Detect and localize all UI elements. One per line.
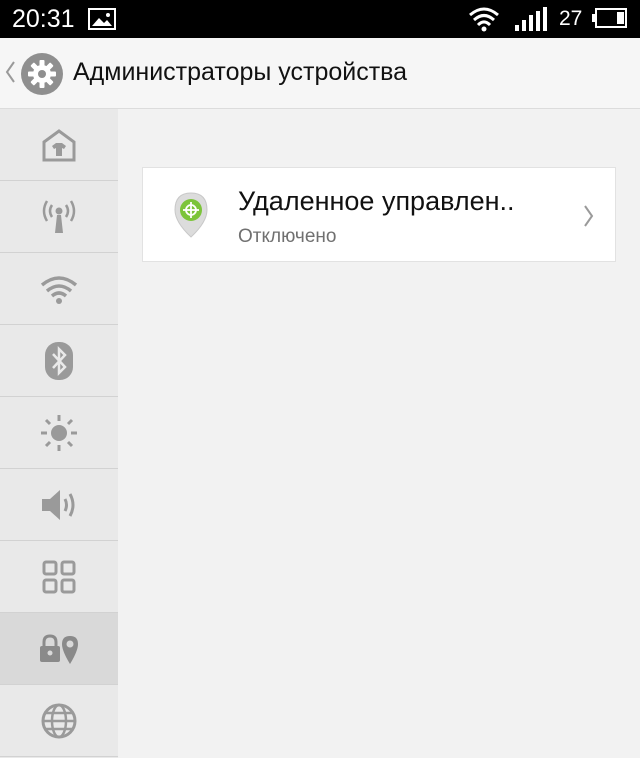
wifi-icon bbox=[40, 275, 78, 304]
sidebar-item-apps[interactable] bbox=[0, 541, 118, 613]
sidebar-item-security-location[interactable] bbox=[0, 613, 118, 685]
app-status: Отключено bbox=[238, 226, 337, 247]
sidebar-item-home[interactable] bbox=[0, 109, 118, 181]
status-time: 20:31 bbox=[12, 5, 75, 33]
page-title: Администраторы устройства bbox=[73, 58, 408, 86]
remote-control-app-icon bbox=[174, 192, 208, 238]
cellular-signal-icon bbox=[515, 7, 547, 31]
volume-icon bbox=[42, 489, 75, 520]
globe-icon bbox=[41, 703, 77, 738]
apps-grid-icon bbox=[42, 560, 76, 593]
home-icon bbox=[42, 128, 76, 161]
image-notification-icon bbox=[88, 8, 116, 30]
battery-percentage: 27 bbox=[559, 7, 583, 30]
sidebar-item-volume[interactable] bbox=[0, 469, 118, 541]
sidebar-item-hotspot[interactable] bbox=[0, 181, 118, 253]
hotspot-icon bbox=[42, 199, 76, 233]
bluetooth-icon bbox=[45, 341, 73, 380]
battery-icon bbox=[592, 8, 627, 28]
device-admin-item[interactable]: Удаленное управлен.. Отключено bbox=[142, 167, 616, 262]
settings-gear-icon[interactable] bbox=[20, 52, 64, 96]
sidebar-item-language[interactable] bbox=[0, 685, 118, 757]
brightness-icon bbox=[41, 414, 77, 451]
chevron-right-icon bbox=[584, 205, 594, 227]
status-bar: 20:31 27 bbox=[0, 0, 640, 38]
wifi-signal-icon bbox=[469, 7, 499, 32]
settings-sidebar bbox=[0, 109, 118, 758]
sidebar-item-bluetooth[interactable] bbox=[0, 325, 118, 397]
sidebar-item-wifi[interactable] bbox=[0, 253, 118, 325]
header-bar: Администраторы устройства bbox=[0, 38, 640, 109]
back-chevron-icon[interactable] bbox=[4, 60, 16, 84]
app-name: Удаленное управлен.. bbox=[238, 186, 515, 216]
sidebar-item-brightness[interactable] bbox=[0, 397, 118, 469]
lock-location-icon bbox=[40, 633, 78, 664]
